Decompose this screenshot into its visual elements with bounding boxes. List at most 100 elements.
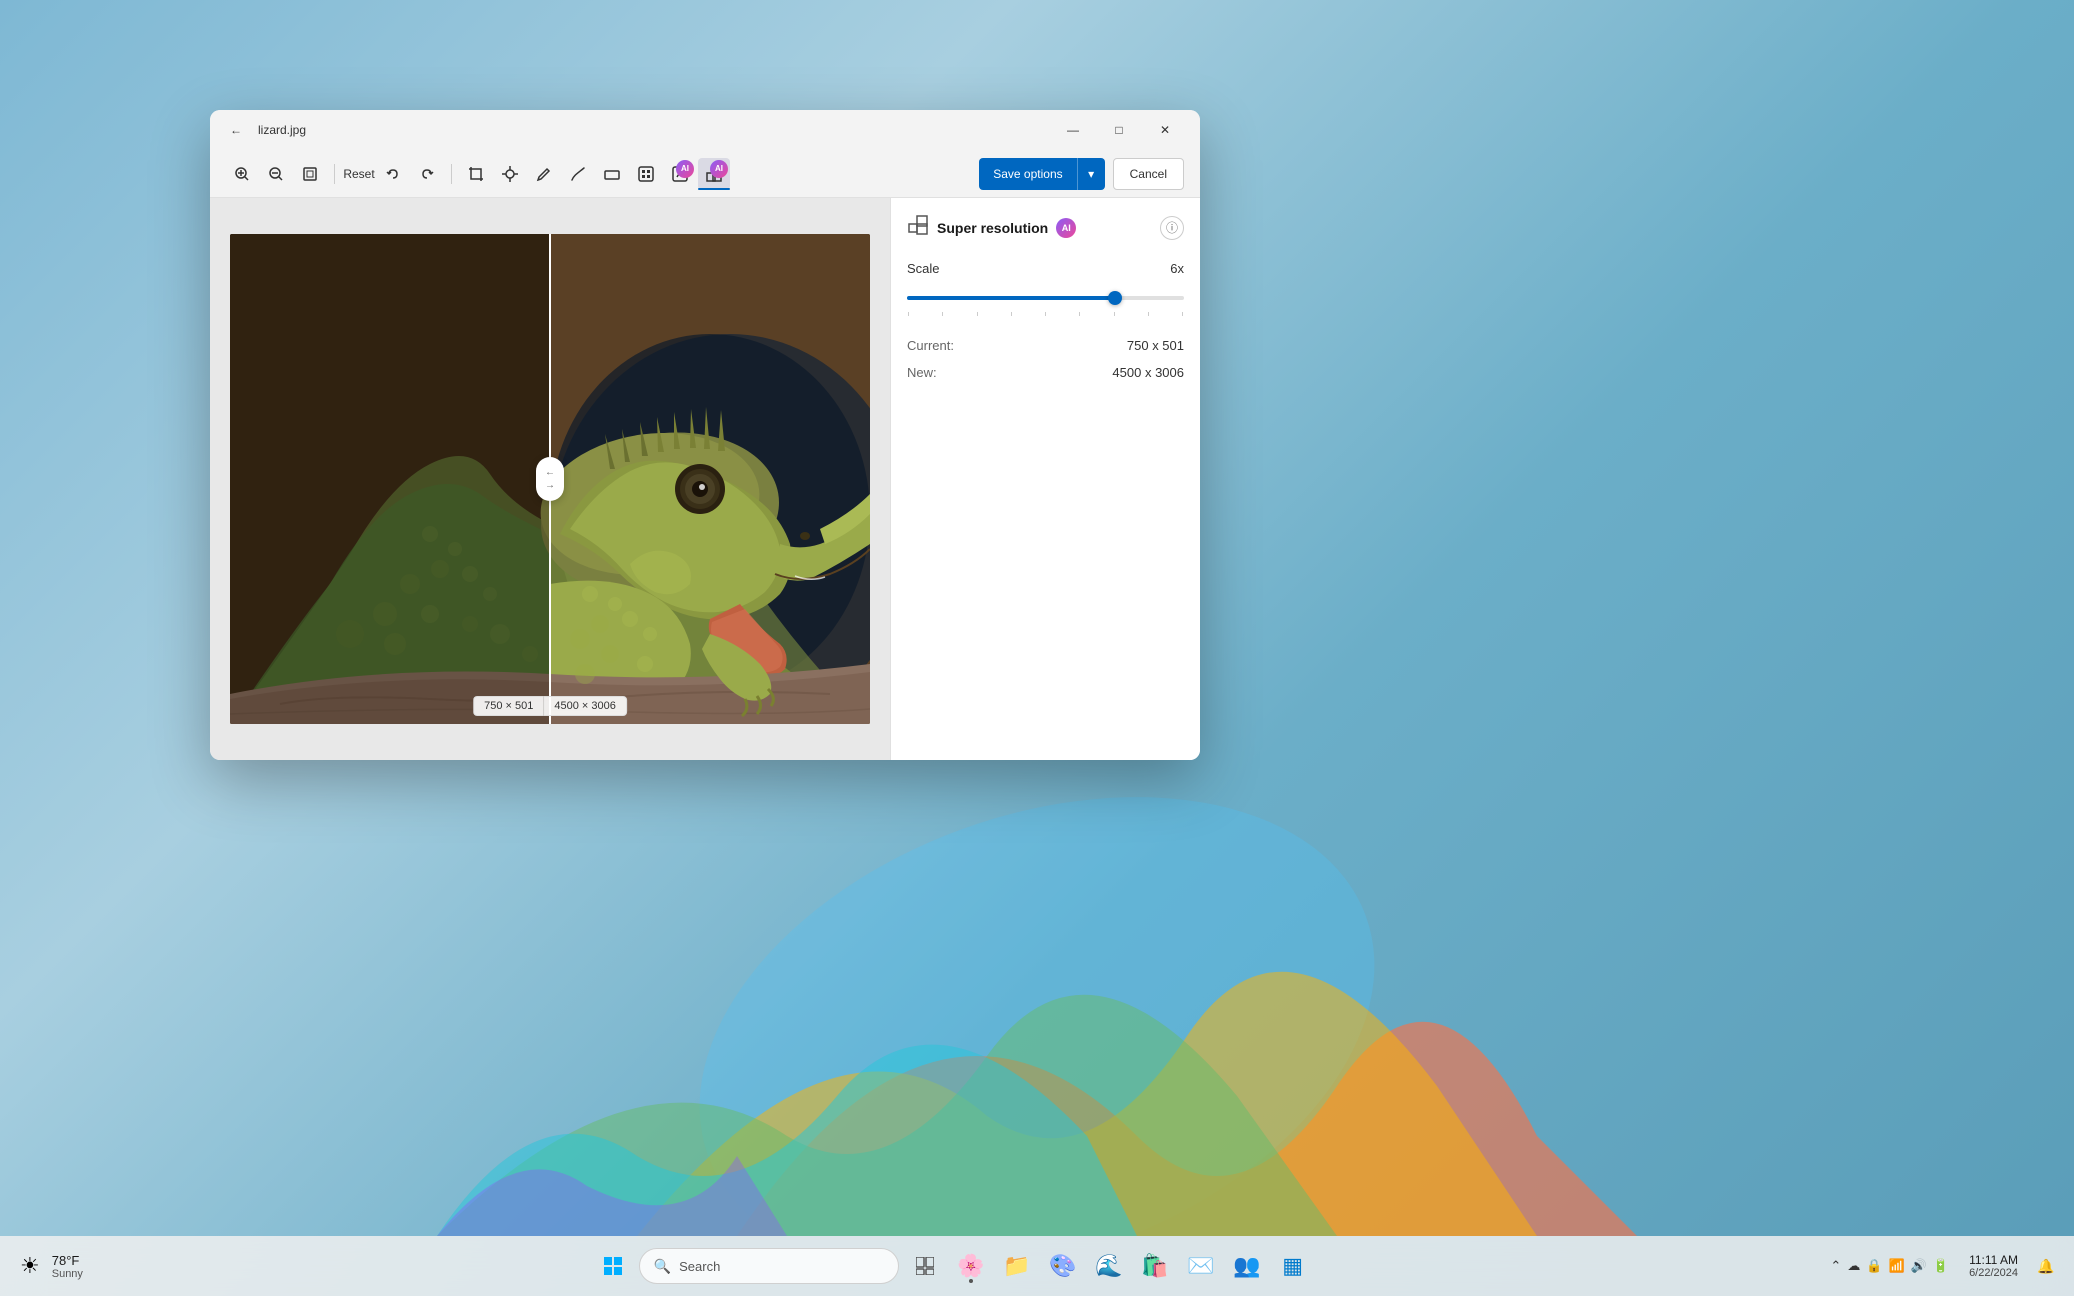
content-area: ← → 750 × 501 4500 × 3006: [210, 198, 1200, 760]
chevron-icon: ⌃: [1830, 1258, 1841, 1274]
title-bar: ← lizard.jpg — □ ✕: [210, 110, 1200, 150]
redo-button[interactable]: [411, 158, 443, 190]
taskbar: ☀ 78°F Sunny 🔍 Search: [0, 1236, 2074, 1296]
split-handle-left-arrow: ←: [545, 468, 555, 478]
divider-2: [451, 164, 452, 184]
taskbar-center: 🔍 Search 🌸 📁 🎨 🌊 🛍️: [95, 1246, 1810, 1286]
resolution-labels: 750 × 501 4500 × 3006: [473, 696, 627, 716]
image-canvas: ← →: [230, 234, 870, 724]
weather-temp: 78°F: [52, 1253, 83, 1268]
slider-ticks: [907, 312, 1184, 316]
right-panel: Super resolution AI ⓘ Scale 6x: [890, 198, 1200, 760]
panel-icon: [907, 214, 929, 241]
taskbar-app-teams[interactable]: 👥: [1227, 1246, 1267, 1286]
volume-icon: 🔊: [1911, 1258, 1927, 1274]
back-button[interactable]: ←: [222, 116, 250, 144]
taskbar-left: ☀ 78°F Sunny: [0, 1249, 95, 1283]
clock-date: 6/22/2024: [1969, 1267, 2018, 1279]
slider-track[interactable]: [907, 296, 1184, 300]
lock-icon: 🔒: [1866, 1258, 1882, 1274]
split-handle-right-arrow: →: [545, 481, 555, 491]
slider-container[interactable]: [907, 284, 1184, 316]
current-value: 750 x 501: [1127, 338, 1184, 353]
taskbar-app-mail[interactable]: ✉️: [1181, 1246, 1221, 1286]
panel-title: Super resolution: [937, 220, 1048, 236]
task-view-button[interactable]: [905, 1246, 945, 1286]
taskbar-app-photos[interactable]: 🌸: [951, 1246, 991, 1286]
image-container: ← → 750 × 501 4500 × 3006: [230, 234, 870, 724]
maximize-button[interactable]: □: [1096, 115, 1142, 145]
close-button[interactable]: ✕: [1142, 115, 1188, 145]
toolbar: Reset: [210, 150, 1200, 198]
save-options-button[interactable]: Save options ▾: [979, 158, 1104, 190]
crop-button[interactable]: [460, 158, 492, 190]
new-label: New:: [907, 365, 937, 380]
start-button[interactable]: [593, 1246, 633, 1286]
weather-widget[interactable]: ☀: [12, 1249, 48, 1283]
bg-remove-button[interactable]: AI: [664, 158, 696, 190]
cloud-icon: ☁: [1847, 1258, 1860, 1274]
new-resolution-label: 4500 × 3006: [543, 696, 626, 716]
search-bar[interactable]: 🔍 Search: [639, 1248, 899, 1284]
new-value: 4500 x 3006: [1112, 365, 1184, 380]
save-options-dropdown[interactable]: ▾: [1077, 158, 1105, 190]
new-stats-row: New: 4500 x 3006: [907, 359, 1184, 386]
taskbar-app-explorer[interactable]: 📁: [997, 1246, 1037, 1286]
super-res-button[interactable]: AI: [698, 158, 730, 190]
filter-button[interactable]: [630, 158, 662, 190]
battery-icon: 🔋: [1933, 1258, 1949, 1274]
window-controls: — □ ✕: [1050, 115, 1188, 145]
app-dot: [969, 1279, 973, 1283]
scale-value: 6x: [1170, 261, 1184, 276]
toolbar-right: Save options ▾ Cancel: [979, 158, 1184, 190]
taskbar-app-store[interactable]: 🛍️: [1135, 1246, 1175, 1286]
zoom-controls: [226, 158, 326, 190]
panel-ai-badge: AI: [1056, 218, 1076, 238]
clock-time: 11:11 AM: [1969, 1253, 2018, 1267]
original-resolution-label: 750 × 501: [473, 696, 543, 716]
scale-label: Scale: [907, 261, 940, 276]
zoom-in-button[interactable]: [226, 158, 258, 190]
search-placeholder: Search: [679, 1259, 720, 1274]
info-button[interactable]: ⓘ: [1160, 216, 1184, 240]
image-area: ← → 750 × 501 4500 × 3006: [210, 198, 890, 760]
system-tray[interactable]: ⌃ ☁ 🔒 📶 🔊 🔋: [1822, 1254, 1957, 1278]
ai-badge-bg: AI: [676, 160, 694, 178]
divider-1: [334, 164, 335, 184]
edit-tools: AI AI: [460, 158, 730, 190]
save-options-label[interactable]: Save options: [979, 158, 1076, 190]
wifi-icon: 📶: [1889, 1258, 1905, 1274]
draw-button[interactable]: [562, 158, 594, 190]
markup-button[interactable]: [528, 158, 560, 190]
split-handle[interactable]: ← →: [536, 457, 564, 501]
notification-button[interactable]: 🔔: [2030, 1250, 2062, 1282]
taskbar-app-edge[interactable]: 🌊: [1089, 1246, 1129, 1286]
window-title: lizard.jpg: [258, 123, 1050, 137]
cancel-button[interactable]: Cancel: [1113, 158, 1184, 190]
system-clock[interactable]: 11:11 AM 6/22/2024: [1961, 1249, 2026, 1283]
search-icon: 🔍: [654, 1258, 671, 1275]
panel-header-left: Super resolution AI: [907, 214, 1076, 241]
ai-badge-super: AI: [710, 160, 728, 178]
weather-info: 78°F Sunny: [52, 1253, 83, 1280]
erase-button[interactable]: [596, 158, 628, 190]
adjust-button[interactable]: [494, 158, 526, 190]
panel-header: Super resolution AI ⓘ: [907, 214, 1184, 241]
reset-button[interactable]: Reset: [343, 158, 375, 190]
current-label: Current:: [907, 338, 954, 353]
scale-row: Scale 6x: [907, 261, 1184, 276]
app-window: ← lizard.jpg — □ ✕ Reset: [210, 110, 1200, 760]
fit-button[interactable]: [294, 158, 326, 190]
taskbar-app-paint[interactable]: 🎨: [1043, 1246, 1083, 1286]
notification-icon: 🔔: [2037, 1258, 2054, 1275]
history-controls: Reset: [343, 158, 443, 190]
taskbar-app-vscode[interactable]: ▦: [1273, 1246, 1313, 1286]
undo-button[interactable]: [377, 158, 409, 190]
minimize-button[interactable]: —: [1050, 115, 1096, 145]
slider-thumb[interactable]: [1108, 291, 1122, 305]
weather-desc: Sunny: [52, 1268, 83, 1280]
slider-fill: [907, 296, 1115, 300]
current-stats-row: Current: 750 x 501: [907, 332, 1184, 359]
taskbar-right: ⌃ ☁ 🔒 📶 🔊 🔋 11:11 AM 6/22/2024 🔔: [1810, 1249, 2074, 1283]
zoom-out-button[interactable]: [260, 158, 292, 190]
